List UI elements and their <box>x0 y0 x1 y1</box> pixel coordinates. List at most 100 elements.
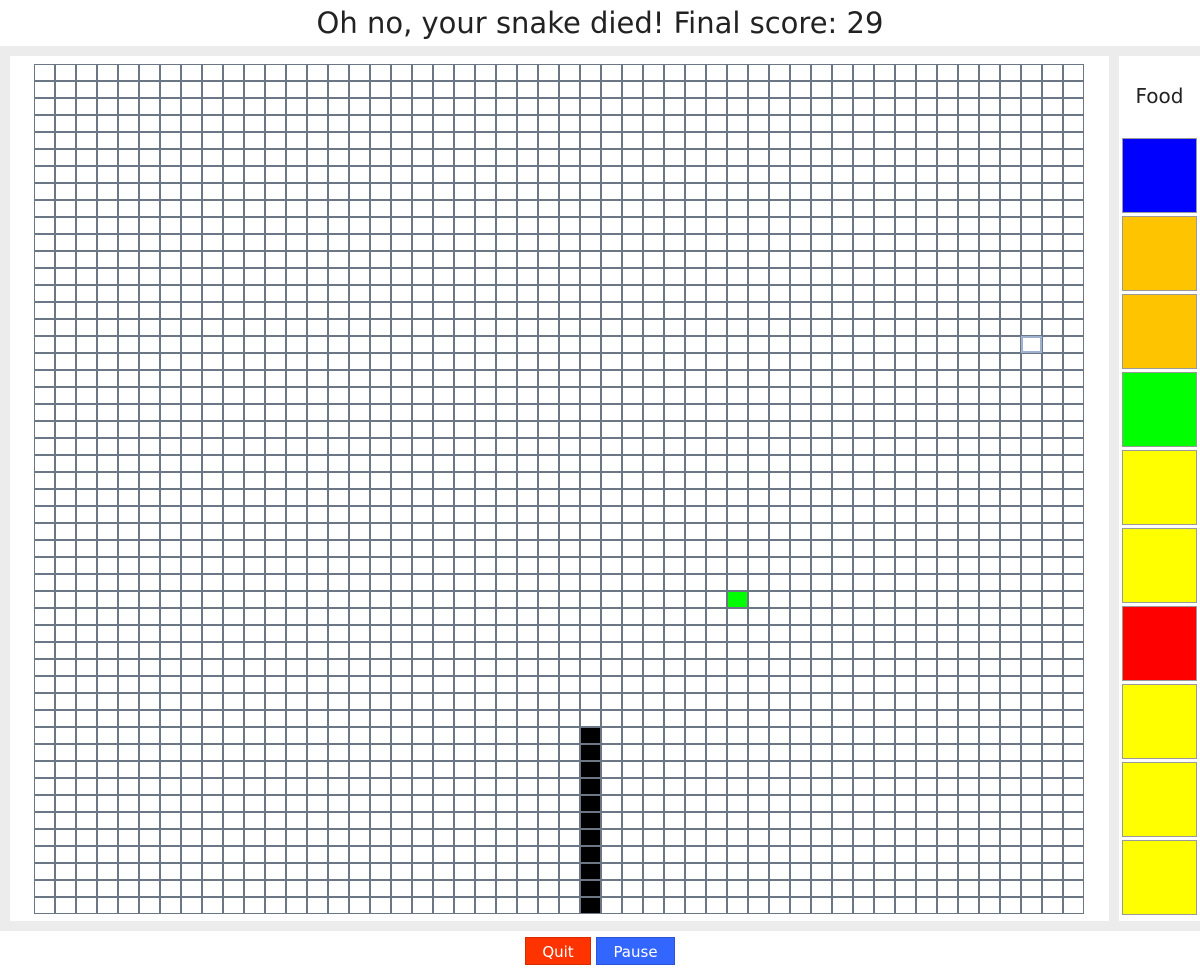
grid-cell <box>559 693 580 710</box>
grid-cell <box>391 812 412 829</box>
grid-cell <box>937 574 958 591</box>
grid-cell <box>517 727 538 744</box>
grid-cell <box>391 353 412 370</box>
grid-cell <box>979 778 1000 795</box>
grid-cell <box>1042 489 1063 506</box>
grid-cell <box>76 81 97 98</box>
grid-cell <box>517 81 538 98</box>
grid-cell <box>727 319 748 336</box>
grid-cell <box>538 846 559 863</box>
grid-cell <box>391 540 412 557</box>
grid-cell <box>874 81 895 98</box>
grid-cell <box>832 829 853 846</box>
grid-cell <box>601 319 622 336</box>
grid-cell <box>1063 234 1084 251</box>
grid-cell <box>181 81 202 98</box>
grid-cell <box>139 812 160 829</box>
grid-cell <box>139 438 160 455</box>
grid-cell <box>874 863 895 880</box>
grid-cell <box>580 353 601 370</box>
grid-cell <box>1021 846 1042 863</box>
quit-button[interactable]: Quit <box>525 937 591 965</box>
grid-cell <box>643 319 664 336</box>
grid-cell <box>181 880 202 897</box>
grid-cell <box>517 455 538 472</box>
grid-cell <box>769 778 790 795</box>
grid-cell <box>1000 608 1021 625</box>
grid-cell <box>874 642 895 659</box>
grid-cell <box>34 676 55 693</box>
grid-cell <box>118 778 139 795</box>
grid-cell <box>958 659 979 676</box>
grid-cell <box>181 591 202 608</box>
grid-cell <box>916 744 937 761</box>
grid-cell <box>769 200 790 217</box>
pause-button[interactable]: Pause <box>596 937 675 965</box>
food-swatch-yellow <box>1122 684 1197 759</box>
grid-cell <box>916 846 937 863</box>
grid-cell <box>160 251 181 268</box>
game-board[interactable] <box>34 64 1084 914</box>
grid-cell <box>244 64 265 81</box>
grid-cell <box>202 166 223 183</box>
grid-cell <box>349 676 370 693</box>
grid-cell <box>769 625 790 642</box>
grid-cell <box>265 285 286 302</box>
grid-cell <box>1063 217 1084 234</box>
grid-cell <box>202 387 223 404</box>
grid-cell <box>370 166 391 183</box>
grid-cell <box>223 285 244 302</box>
grid-cell <box>811 200 832 217</box>
grid-cell <box>895 404 916 421</box>
grid-cell <box>622 319 643 336</box>
grid-cell <box>307 370 328 387</box>
grid-cell <box>685 370 706 387</box>
grid-cell <box>496 574 517 591</box>
grid-cell <box>412 200 433 217</box>
grid-cell <box>622 744 643 761</box>
grid-cell <box>244 387 265 404</box>
grid-cell <box>832 863 853 880</box>
grid-cell <box>916 336 937 353</box>
grid-cell <box>454 149 475 166</box>
grid-cell <box>454 540 475 557</box>
grid-cell <box>874 234 895 251</box>
grid-cell <box>202 455 223 472</box>
controls-bar: Quit Pause <box>0 931 1200 970</box>
grid-cell <box>979 268 1000 285</box>
grid-cell <box>748 880 769 897</box>
grid-cell <box>916 608 937 625</box>
grid-cell <box>937 897 958 914</box>
grid-cell <box>937 659 958 676</box>
grid-cell <box>496 880 517 897</box>
grid-cell <box>160 132 181 149</box>
grid-cell <box>664 761 685 778</box>
grid-cell <box>370 81 391 98</box>
grid-cell <box>496 744 517 761</box>
grid-cell <box>223 540 244 557</box>
grid-cell <box>160 353 181 370</box>
grid-cell <box>706 557 727 574</box>
grid-cell <box>223 268 244 285</box>
grid-cell <box>580 506 601 523</box>
grid-cell <box>433 234 454 251</box>
grid-cell <box>412 353 433 370</box>
grid-cell <box>832 710 853 727</box>
grid-cell <box>139 744 160 761</box>
grid-cell <box>307 625 328 642</box>
grid-cell <box>958 285 979 302</box>
grid-cell <box>622 455 643 472</box>
grid-cell <box>391 285 412 302</box>
grid-cell <box>664 81 685 98</box>
grid-cell <box>916 829 937 846</box>
grid-cell <box>307 98 328 115</box>
grid-cell <box>454 166 475 183</box>
grid-cell <box>181 659 202 676</box>
grid-cell <box>34 438 55 455</box>
grid-cell <box>370 557 391 574</box>
grid-cell <box>244 472 265 489</box>
grid-cell <box>937 217 958 234</box>
grid-cell <box>223 829 244 846</box>
grid-cell <box>412 115 433 132</box>
grid-cell <box>496 183 517 200</box>
